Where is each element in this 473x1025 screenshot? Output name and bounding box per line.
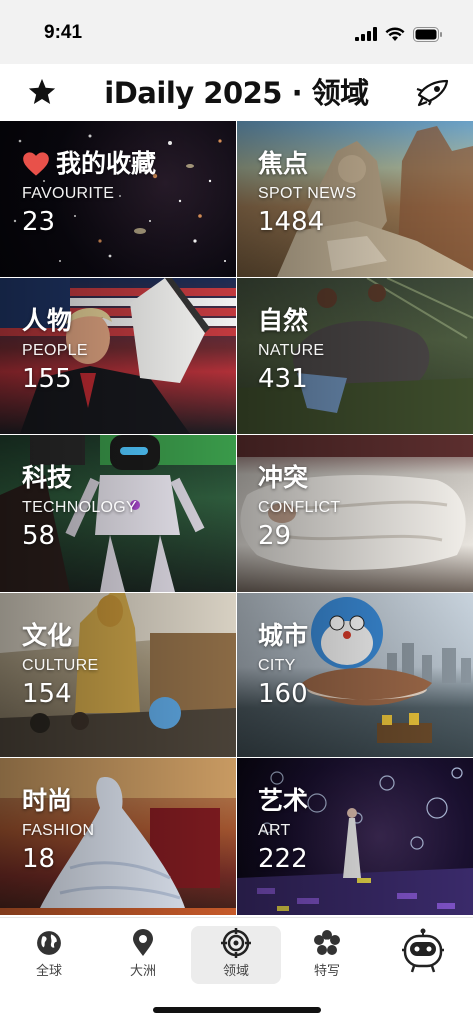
category-count: 1484 [258, 207, 325, 237]
location-pin-icon [133, 929, 153, 956]
tab-label: 领域 [222, 964, 249, 979]
category-count: 431 [258, 364, 308, 394]
category-tile-technology[interactable]: 科技 TECHNOLOGY 58 [0, 435, 236, 592]
target-icon [221, 928, 251, 958]
category-title-zh: 自然 [258, 306, 309, 335]
flower-icon [314, 930, 340, 955]
category-tile-fashion[interactable]: 时尚 FASHION 18 [0, 758, 236, 915]
category-tile-nature[interactable]: 自然 NATURE 431 [237, 278, 473, 434]
category-count: 160 [258, 679, 308, 709]
category-title-zh: 我的收藏 [56, 149, 157, 178]
category-count: 154 [22, 679, 72, 709]
category-count: 155 [22, 364, 72, 394]
tab-fields[interactable]: 领域 [191, 926, 281, 984]
category-title-en: NATURE [258, 342, 325, 359]
category-tile-art[interactable]: 艺术 ART 222 [237, 758, 473, 915]
category-title-zh: 城市 [258, 621, 309, 650]
page-title: iDaily 2025 · 领域 [104, 76, 369, 110]
cellular-signal-icon [355, 27, 377, 41]
category-title-zh: 艺术 [258, 786, 309, 815]
category-count: 222 [258, 844, 308, 874]
category-title-en: CULTURE [22, 657, 99, 674]
category-title-en: PEOPLE [22, 342, 88, 359]
tab-mascot[interactable] [378, 926, 468, 984]
category-title-zh: 时尚 [22, 786, 73, 815]
category-tile-spot-news[interactable]: 焦点 SPOT NEWS 1484 [237, 121, 473, 277]
home-indicator [153, 1007, 321, 1013]
category-grid: 我的收藏 FAVOURITE 23 焦点 SPOT NEWS 1484 人物 P… [0, 121, 473, 917]
category-count: 18 [22, 844, 56, 874]
category-title-en: FAVOURITE [22, 185, 115, 202]
category-title-en: CITY [258, 657, 296, 674]
category-tile-people[interactable]: 人物 PEOPLE 155 [0, 278, 236, 434]
tile-text: 人物 PEOPLE 155 [22, 306, 88, 394]
app-header: iDaily 2025 · 领域 [0, 64, 473, 120]
tile-text: 自然 NATURE 431 [258, 306, 324, 394]
robot-mascot-icon [402, 928, 444, 973]
tab-features[interactable]: 特写 [282, 926, 372, 984]
tile-text: 时尚 FASHION 18 [22, 786, 94, 874]
tile-text: 城市 CITY 160 [258, 621, 308, 709]
category-count: 23 [22, 207, 56, 237]
category-title-en: SPOT NEWS [258, 185, 357, 202]
category-count: 29 [258, 521, 292, 551]
tile-text: 文化 CULTURE 154 [22, 621, 98, 709]
status-icons [355, 25, 443, 43]
category-tile-favourite[interactable]: 我的收藏 FAVOURITE 23 [0, 121, 236, 277]
tile-text: 焦点 SPOT NEWS 1484 [258, 149, 356, 237]
wifi-icon [385, 26, 405, 41]
heart-icon [23, 152, 49, 176]
category-title-zh: 文化 [22, 621, 73, 650]
tile-text: 冲突 CONFLICT 29 [258, 463, 340, 551]
status-time: 9:41 [44, 22, 83, 43]
tile-text: 艺术 ART 222 [258, 786, 308, 874]
category-title-zh: 科技 [22, 463, 73, 492]
spaceship-button[interactable] [413, 72, 453, 112]
category-title-zh: 人物 [22, 306, 73, 335]
category-title-zh: 焦点 [258, 149, 309, 178]
status-bar: 9:41 [0, 0, 473, 64]
spaceship-icon [416, 79, 449, 107]
globe-icon [37, 931, 61, 955]
category-title-en: FASHION [22, 822, 95, 839]
tile-text: 科技 TECHNOLOGY 58 [22, 463, 137, 551]
tab-label: 全球 [35, 964, 62, 979]
battery-icon [413, 26, 442, 42]
category-title-zh: 冲突 [258, 463, 309, 492]
category-count: 58 [22, 521, 56, 551]
tab-global[interactable]: 全球 [4, 926, 94, 984]
tab-continents[interactable]: 大洲 [98, 926, 188, 984]
tile-text: 我的收藏 FAVOURITE 23 [22, 149, 156, 237]
tab-label: 大洲 [129, 964, 156, 979]
category-tile-city[interactable]: 城市 CITY 160 [237, 593, 473, 757]
category-tile-culture[interactable]: 文化 CULTURE 154 [0, 593, 236, 757]
category-title-en: ART [258, 822, 291, 839]
category-title-en: TECHNOLOGY [22, 499, 138, 516]
category-title-en: CONFLICT [258, 499, 341, 516]
tab-label: 特写 [313, 964, 340, 979]
category-tile-conflict[interactable]: 冲突 CONFLICT 29 [237, 435, 473, 592]
